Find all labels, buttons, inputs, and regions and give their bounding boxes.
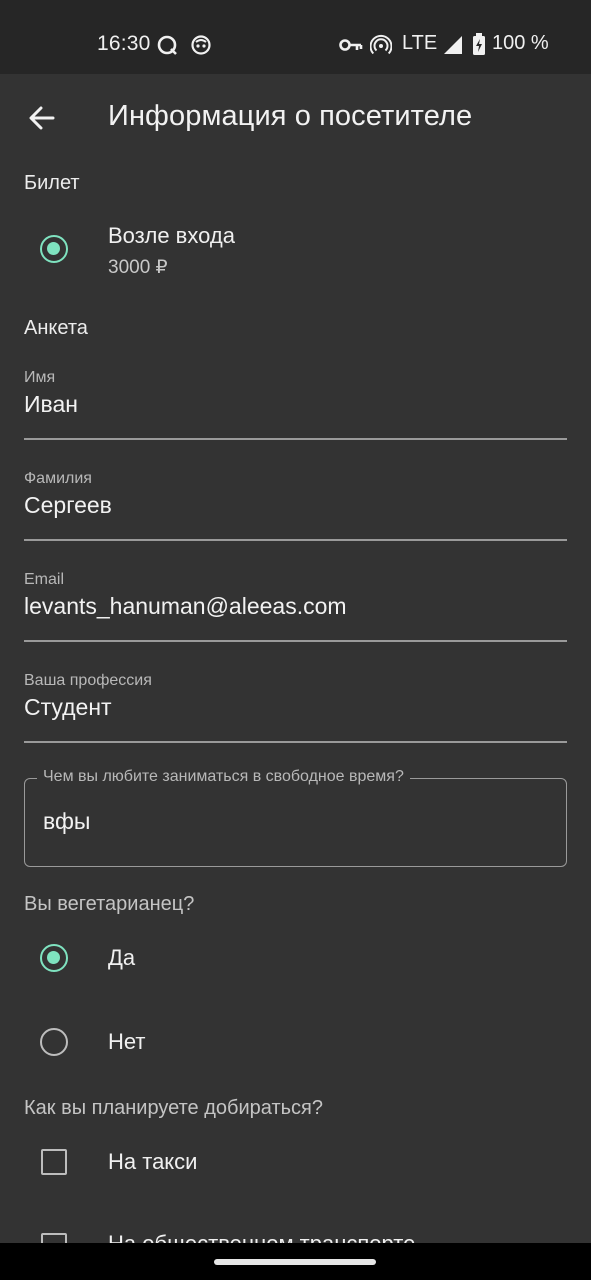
vegetarian-question: Вы вегетарианец? <box>24 893 195 915</box>
page-title: Информация о посетителе <box>108 100 473 132</box>
first-name-underline <box>24 438 567 440</box>
ticket-section-label: Билет <box>24 172 80 194</box>
ticket-price: 3000 ₽ <box>108 257 168 278</box>
first-name-label: Имя <box>24 369 56 386</box>
profession-field[interactable]: Ваша профессия Студент <box>24 672 567 744</box>
navigation-bar <box>0 1243 591 1280</box>
vegetarian-no-radio[interactable] <box>40 1028 68 1056</box>
status-bar: 16:30 LTE 100 % <box>0 0 591 74</box>
hobby-field[interactable]: Чем вы любите заниматься в свободное вре… <box>24 768 567 867</box>
ticket-option-label[interactable]: Возле входа <box>108 223 235 249</box>
arrow-left-icon <box>29 106 55 130</box>
profession-label: Ваша профессия <box>24 672 152 689</box>
profession-underline <box>24 741 567 743</box>
transport-taxi-checkbox[interactable] <box>41 1149 67 1175</box>
status-time: 16:30 <box>97 32 151 55</box>
hotspot-icon <box>370 34 392 55</box>
last-name-label: Фамилия <box>24 470 92 487</box>
transport-question: Как вы планируете добираться? <box>24 1097 323 1119</box>
email-underline <box>24 640 567 642</box>
hobby-value[interactable]: вфы <box>43 808 90 835</box>
last-name-underline <box>24 539 567 541</box>
vegetarian-yes-label[interactable]: Да <box>108 945 135 971</box>
app-notification-icon <box>191 35 211 55</box>
first-name-field[interactable]: Имя Иван <box>24 369 567 441</box>
battery-level: 100 % <box>492 32 549 54</box>
back-button[interactable] <box>16 92 68 144</box>
email-field[interactable]: Email levants_hanuman@aleeas.com <box>24 571 567 643</box>
first-name-value[interactable]: Иван <box>24 391 78 418</box>
email-value[interactable]: levants_hanuman@aleeas.com <box>24 593 347 620</box>
home-gesture-handle[interactable] <box>214 1259 376 1265</box>
ticket-radio[interactable] <box>40 235 68 263</box>
vpn-key-icon <box>339 39 363 51</box>
app-bar: Информация о посетителе <box>0 74 591 162</box>
last-name-field[interactable]: Фамилия Сергеев <box>24 470 567 542</box>
network-type: LTE <box>402 32 438 54</box>
form-section-label: Анкета <box>24 317 88 339</box>
signal-icon <box>444 36 462 54</box>
battery-charging-icon <box>473 33 485 55</box>
profession-value[interactable]: Студент <box>24 694 112 721</box>
vegetarian-yes-radio[interactable] <box>40 944 68 972</box>
chat-notification-icon <box>157 35 177 55</box>
hobby-label: Чем вы любите заниматься в свободное вре… <box>37 768 410 786</box>
email-label: Email <box>24 571 65 588</box>
last-name-value[interactable]: Сергеев <box>24 492 112 519</box>
vegetarian-no-label[interactable]: Нет <box>108 1029 145 1055</box>
transport-taxi-label[interactable]: На такси <box>108 1149 197 1175</box>
